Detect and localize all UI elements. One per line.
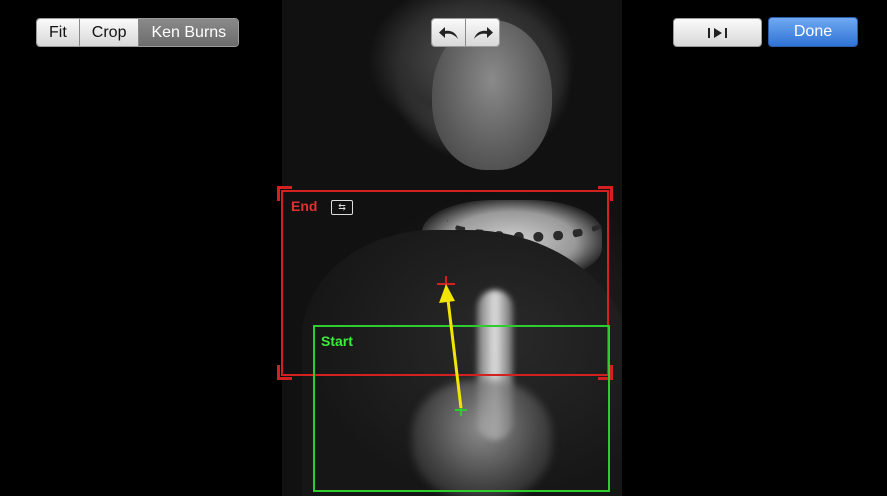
fit-button[interactable]: Fit — [37, 19, 80, 46]
rotate-right-icon — [473, 26, 493, 39]
start-label: Start — [321, 333, 353, 349]
rotate-left-button[interactable] — [432, 19, 466, 46]
play-preview-button[interactable] — [673, 18, 762, 47]
end-label: End — [291, 198, 318, 214]
rotate-controls — [431, 18, 500, 47]
swap-start-end-icon[interactable]: ⇆ — [331, 200, 353, 215]
done-button[interactable]: Done — [768, 17, 858, 47]
crop-button[interactable]: Crop — [79, 19, 140, 46]
mode-segmented-control: Fit Crop Ken Burns — [36, 18, 240, 47]
start-frame[interactable]: Start — [313, 325, 610, 492]
rotate-left-icon — [438, 26, 458, 39]
rotate-right-button[interactable] — [466, 19, 499, 46]
play-icon — [707, 27, 727, 38]
ken-burns-button[interactable]: Ken Burns — [139, 19, 239, 46]
end-frame-handle-top-left[interactable] — [277, 186, 292, 201]
end-frame-handle-bottom-left[interactable] — [277, 365, 292, 380]
end-frame-handle-top-right[interactable] — [598, 186, 613, 201]
